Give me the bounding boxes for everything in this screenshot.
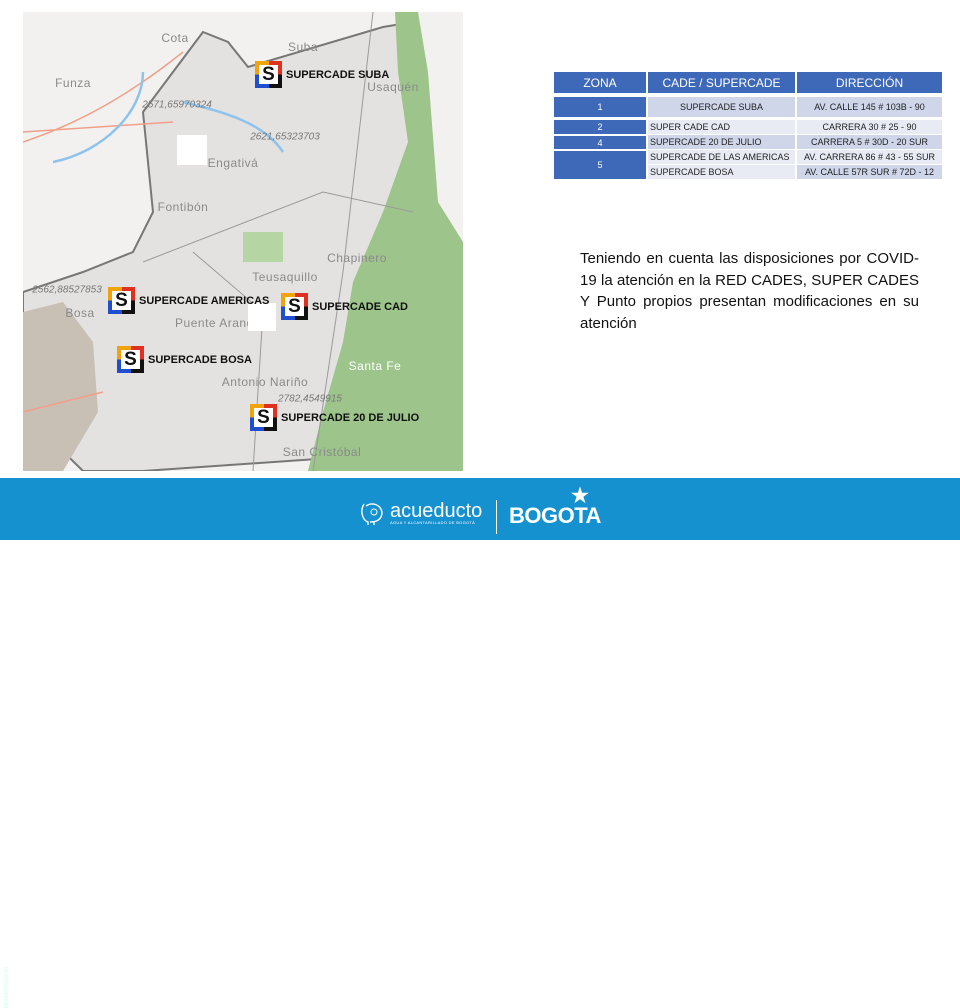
marker-supercade-americas[interactable]: S SUPERCADE AMERICAS [108, 287, 269, 314]
bogota-logo: BOGOTA ★ [509, 485, 601, 529]
coordinate-label: 2571,65970324 [142, 99, 212, 111]
cade-table: ZONA CADE / SUPERCADE DIRECCIÓN 1 SUPERC… [554, 72, 942, 179]
cell-direccion: CARRERA 30 # 25 - 90 [797, 120, 942, 134]
place-label: Teusaquillo [252, 270, 318, 284]
cell-cade: SUPERCADE 20 DE JULIO [648, 135, 795, 149]
place-label: Antonio Nariño [221, 375, 309, 389]
supercade-s-icon: S [108, 287, 135, 314]
header-zona: ZONA [554, 72, 646, 93]
cell-zona: 2 [554, 120, 646, 134]
marker-label: SUPERCADE SUBA [286, 68, 390, 81]
notice-paragraph: Teniendo en cuenta las disposiciones por… [580, 250, 919, 332]
logo-divider [496, 500, 497, 534]
table-header: ZONA CADE / SUPERCADE DIRECCIÓN [554, 72, 942, 93]
cell-direccion: AV. CARRERA 86 # 43 - 55 SUR [797, 150, 942, 164]
acueducto-name: acueducto [390, 499, 483, 522]
place-label: Engativá [207, 156, 259, 170]
marker-label: SUPERCADE 20 DE JULIO [281, 411, 420, 424]
marker-supercade-suba[interactable]: S SUPERCADE SUBA [255, 61, 389, 88]
table-row: SUPERCADE DE LAS AMERICAS AV. CARRERA 86 … [648, 150, 942, 164]
place-label: Cota [161, 31, 189, 45]
star-icon: ★ [571, 485, 589, 507]
acueducto-mascot-icon [361, 503, 383, 525]
place-label: Suba [287, 40, 319, 54]
cell-cade: SUPER CADE CAD [648, 120, 795, 134]
place-label: Santa Fe [348, 359, 402, 373]
map-image: Cota Suba Funza Usaquén Engativá Fontibó… [23, 12, 463, 471]
marker-label: SUPERCADE BOSA [148, 353, 252, 366]
coordinate-label: 2562,88527853 [32, 284, 102, 296]
place-label: Fontibón [157, 200, 209, 214]
coordinate-label: 2782,4549915 [278, 393, 342, 405]
table-row: 1 SUPERCADE SUBA AV. CALLE 145 # 103B - … [554, 97, 942, 117]
table-row: SUPER CADE CAD CARRERA 30 # 25 - 90 [648, 120, 942, 134]
marker-supercade-cad[interactable]: S SUPERCADE CAD [281, 293, 408, 320]
supercade-s-icon: S [255, 61, 282, 88]
marker-label: SUPERCADE CAD [312, 300, 408, 313]
cell-cade: SUPERCADE BOSA [648, 165, 795, 179]
cell-zona: 1 [554, 97, 646, 117]
document-code: MPFD0801F07-03 [4, 966, 10, 1008]
place-label: Funza [55, 76, 91, 90]
cell-cade: SUPERCADE DE LAS AMERICAS [648, 150, 795, 164]
supercade-s-icon: S [117, 346, 144, 373]
place-label: Chapinero [327, 251, 387, 265]
table-body: 2 4 5 SUPER CADE CAD CARRERA 30 # 25 - 90… [554, 120, 942, 179]
place-label: Bosa [65, 306, 95, 320]
marker-supercade-20-de-julio[interactable]: S SUPERCADE 20 DE JULIO [250, 404, 419, 431]
blank-patch [177, 135, 207, 165]
table-row: SUPERCADE BOSA AV. CALLE 57R SUR # 72D - … [648, 165, 942, 179]
header-direccion: DIRECCIÓN [797, 72, 942, 93]
cell-direccion: AV. CALLE 57R SUR # 72D - 12 [797, 165, 942, 179]
coordinate-label: 2621,65323703 [250, 131, 320, 143]
supercade-s-icon: S [281, 293, 308, 320]
cell-cade: SUPERCADE SUBA [648, 97, 795, 117]
cell-zona: 5 [554, 151, 646, 179]
acueducto-subtitle: AGUA Y ALCANTARILLADO DE BOGOTÁ [390, 519, 476, 525]
marker-supercade-bosa[interactable]: S SUPERCADE BOSA [117, 346, 252, 373]
cell-zona: 4 [554, 136, 646, 149]
supercade-s-icon: S [250, 404, 277, 431]
place-label: San Cristóbal [282, 445, 362, 459]
header-cade: CADE / SUPERCADE [648, 72, 795, 93]
cell-direccion: AV. CALLE 145 # 103B - 90 [797, 97, 942, 117]
acueducto-logo: acueducto AGUA Y ALCANTARILLADO DE BOGOT… [358, 500, 482, 526]
table-row: SUPERCADE 20 DE JULIO CARRERA 5 # 30D - 2… [648, 135, 942, 149]
cell-direccion: CARRERA 5 # 30D - 20 SUR [797, 135, 942, 149]
marker-label: SUPERCADE AMERICAS [139, 294, 270, 307]
